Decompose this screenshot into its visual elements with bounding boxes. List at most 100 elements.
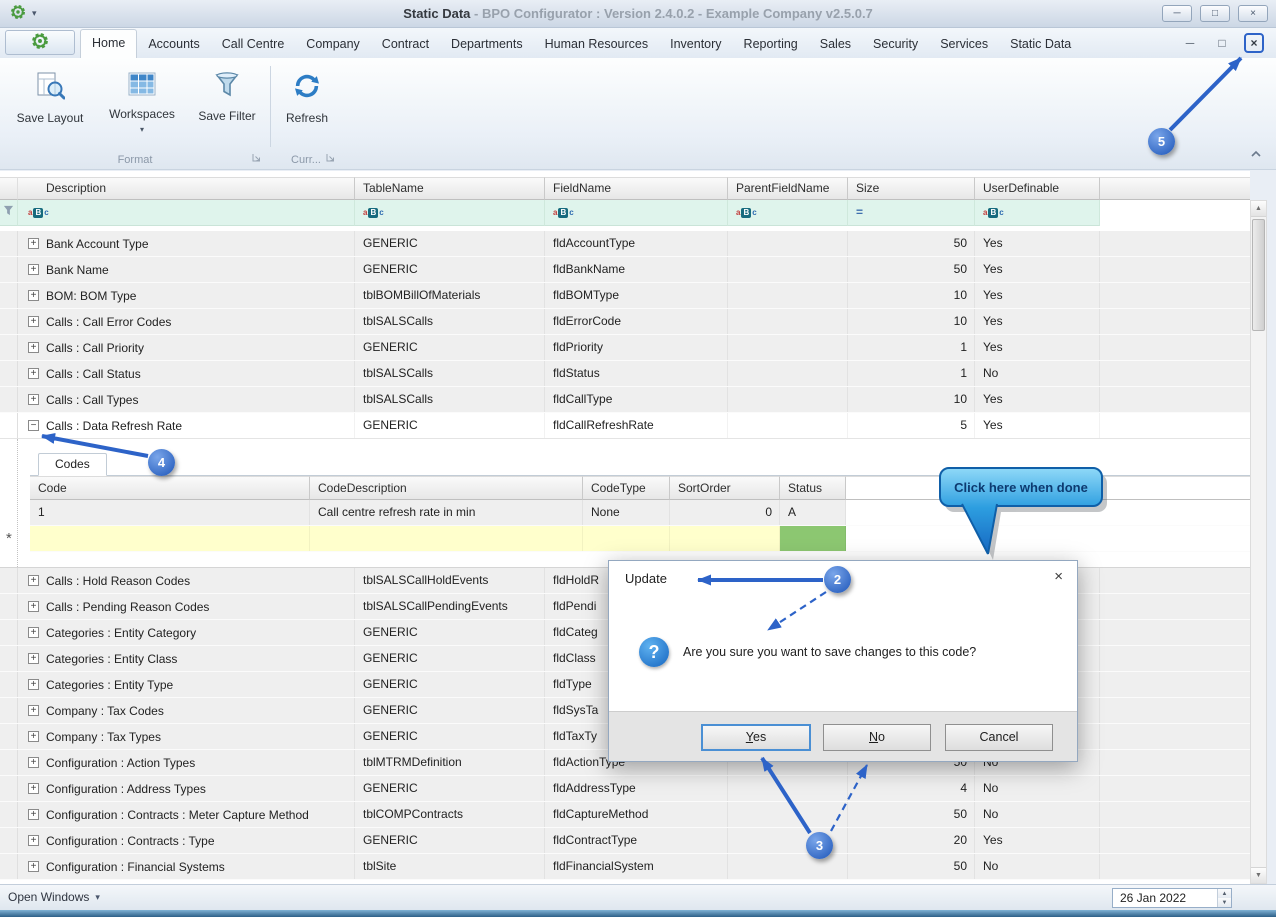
- expand-icon[interactable]: +: [28, 394, 39, 405]
- ribbon-tab-company[interactable]: Company: [295, 31, 371, 58]
- table-row[interactable]: − Calls : Data Refresh Rate GENERIC fldCall…: [0, 413, 1250, 439]
- filter-parentfieldname[interactable]: aBc: [728, 200, 848, 226]
- column-header-tablename[interactable]: TableName: [355, 177, 545, 200]
- code-cell-new[interactable]: [30, 526, 310, 551]
- ribbon-tab-reporting[interactable]: Reporting: [733, 31, 809, 58]
- expand-icon[interactable]: +: [28, 238, 39, 249]
- expand-icon[interactable]: +: [28, 653, 39, 664]
- table-row[interactable]: + Bank Name GENERIC fldBankName 50 Yes: [0, 257, 1250, 283]
- ribbon-tab-security[interactable]: Security: [862, 31, 929, 58]
- expand-icon[interactable]: +: [28, 290, 39, 301]
- detail-new-row[interactable]: *: [6, 526, 1250, 552]
- column-header-status[interactable]: Status: [780, 476, 846, 500]
- ribbon-tab-contract[interactable]: Contract: [371, 31, 440, 58]
- expand-icon[interactable]: +: [28, 835, 39, 846]
- expand-icon[interactable]: +: [28, 264, 39, 275]
- column-header-fieldname[interactable]: FieldName: [545, 177, 728, 200]
- date-spinner[interactable]: ▲ ▼: [1217, 889, 1231, 907]
- filter-size[interactable]: =: [848, 200, 975, 226]
- group-current-launcher-icon[interactable]: [326, 153, 335, 165]
- ribbon-tab-home[interactable]: Home: [80, 29, 138, 58]
- codedescription-cell[interactable]: Call centre refresh rate in min: [310, 500, 583, 525]
- table-row[interactable]: + Calls : Call Priority GENERIC fldPriority…: [0, 335, 1250, 361]
- no-button[interactable]: No: [823, 724, 931, 751]
- table-row[interactable]: + Configuration : Contracts : Type GENERIC…: [0, 828, 1250, 854]
- group-format-launcher-icon[interactable]: [252, 153, 261, 165]
- collapse-ribbon-button[interactable]: [1250, 147, 1262, 161]
- open-windows-button[interactable]: Open Windows ▾: [8, 890, 100, 904]
- ribbon-tab-call-centre[interactable]: Call Centre: [211, 31, 296, 58]
- table-row[interactable]: + Calls : Call Error Codes tblSALSCalls fld…: [0, 309, 1250, 335]
- vertical-scrollbar[interactable]: ▲ ▼: [1250, 200, 1267, 884]
- collapse-icon[interactable]: −: [28, 420, 39, 431]
- table-row[interactable]: + Configuration : Address Types GENERIC fld…: [0, 776, 1250, 802]
- table-row[interactable]: + Bank Account Type GENERIC fldAccountType 5…: [0, 231, 1250, 257]
- sortorder-cell-new[interactable]: [670, 526, 780, 551]
- column-header-userdefinable[interactable]: UserDefinable: [975, 177, 1100, 200]
- table-row[interactable]: + Calls : Call Types tblSALSCalls fldCallTy…: [0, 387, 1250, 413]
- ribbon-tab-accounts[interactable]: Accounts: [137, 31, 210, 58]
- ribbon-close-button[interactable]: ×: [1244, 33, 1264, 53]
- expand-icon[interactable]: +: [28, 809, 39, 820]
- codedescription-cell-new[interactable]: [310, 526, 583, 551]
- expand-icon[interactable]: +: [28, 757, 39, 768]
- status-cell[interactable]: A: [780, 500, 846, 525]
- table-row[interactable]: + BOM: BOM Type tblBOMBillOfMaterials fldBO…: [0, 283, 1250, 309]
- codetype-cell[interactable]: None: [583, 500, 670, 525]
- save-layout-button[interactable]: Save Layout: [8, 62, 92, 125]
- column-header-size[interactable]: Size: [848, 177, 975, 200]
- column-header-codedescription[interactable]: CodeDescription: [310, 476, 583, 500]
- filter-userdefinable[interactable]: aBc: [975, 200, 1100, 226]
- ribbon-restore-button[interactable]: □: [1212, 33, 1232, 53]
- workspaces-button[interactable]: Workspaces ▾: [100, 62, 184, 134]
- expand-icon[interactable]: +: [28, 575, 39, 586]
- minimize-button[interactable]: ─: [1162, 5, 1192, 22]
- quick-access-dropdown-icon[interactable]: ▾: [32, 8, 37, 19]
- expand-icon[interactable]: +: [28, 601, 39, 612]
- column-header-sortorder[interactable]: SortOrder: [670, 476, 780, 500]
- column-header-parentfieldname[interactable]: ParentFieldName: [728, 177, 848, 200]
- spin-up-icon[interactable]: ▲: [1218, 889, 1231, 898]
- column-header-description[interactable]: Description: [18, 177, 355, 200]
- expand-icon[interactable]: +: [28, 679, 39, 690]
- expand-icon[interactable]: +: [28, 368, 39, 379]
- filter-fieldname[interactable]: aBc: [545, 200, 728, 226]
- expand-icon[interactable]: +: [28, 627, 39, 638]
- refresh-button[interactable]: Refresh: [276, 62, 338, 125]
- expand-icon[interactable]: +: [28, 731, 39, 742]
- application-button[interactable]: [5, 30, 75, 55]
- scroll-up-button[interactable]: ▲: [1251, 201, 1266, 217]
- cancel-button[interactable]: Cancel: [945, 724, 1053, 751]
- codetype-cell-new[interactable]: [583, 526, 670, 551]
- expand-icon[interactable]: +: [28, 783, 39, 794]
- ribbon-tab-static-data[interactable]: Static Data: [999, 31, 1082, 58]
- tab-codes[interactable]: Codes: [38, 453, 107, 476]
- date-picker[interactable]: 26 Jan 2022 ▲ ▼: [1112, 888, 1232, 908]
- ribbon-tab-services[interactable]: Services: [929, 31, 999, 58]
- ribbon-minimize-button[interactable]: ─: [1180, 33, 1200, 53]
- dialog-close-icon[interactable]: ×: [1054, 568, 1063, 585]
- sortorder-cell[interactable]: 0: [670, 500, 780, 525]
- table-row[interactable]: + Calls : Call Status tblSALSCalls fldStatu…: [0, 361, 1250, 387]
- scroll-down-button[interactable]: ▼: [1251, 867, 1266, 883]
- ribbon-tab-inventory[interactable]: Inventory: [659, 31, 732, 58]
- status-cell-new[interactable]: [780, 526, 846, 551]
- table-row[interactable]: + Configuration : Contracts : Meter Captu…: [0, 802, 1250, 828]
- maximize-button[interactable]: □: [1200, 5, 1230, 22]
- ribbon-tab-human-resources[interactable]: Human Resources: [534, 31, 660, 58]
- filter-tablename[interactable]: aBc: [355, 200, 545, 226]
- expand-icon[interactable]: +: [28, 861, 39, 872]
- spin-down-icon[interactable]: ▼: [1218, 898, 1231, 907]
- close-button[interactable]: ×: [1238, 5, 1268, 22]
- expand-icon[interactable]: +: [28, 316, 39, 327]
- filter-description[interactable]: aBc: [18, 200, 355, 226]
- table-row[interactable]: + Configuration : Financial Systems tblSit…: [0, 854, 1250, 880]
- ribbon-tab-departments[interactable]: Departments: [440, 31, 534, 58]
- expand-icon[interactable]: +: [28, 705, 39, 716]
- column-header-codetype[interactable]: CodeType: [583, 476, 670, 500]
- code-cell[interactable]: 1: [30, 500, 310, 525]
- save-filter-button[interactable]: Save Filter: [188, 62, 266, 123]
- column-header-code[interactable]: Code: [30, 476, 310, 500]
- expand-icon[interactable]: +: [28, 342, 39, 353]
- scrollbar-thumb[interactable]: [1252, 219, 1265, 331]
